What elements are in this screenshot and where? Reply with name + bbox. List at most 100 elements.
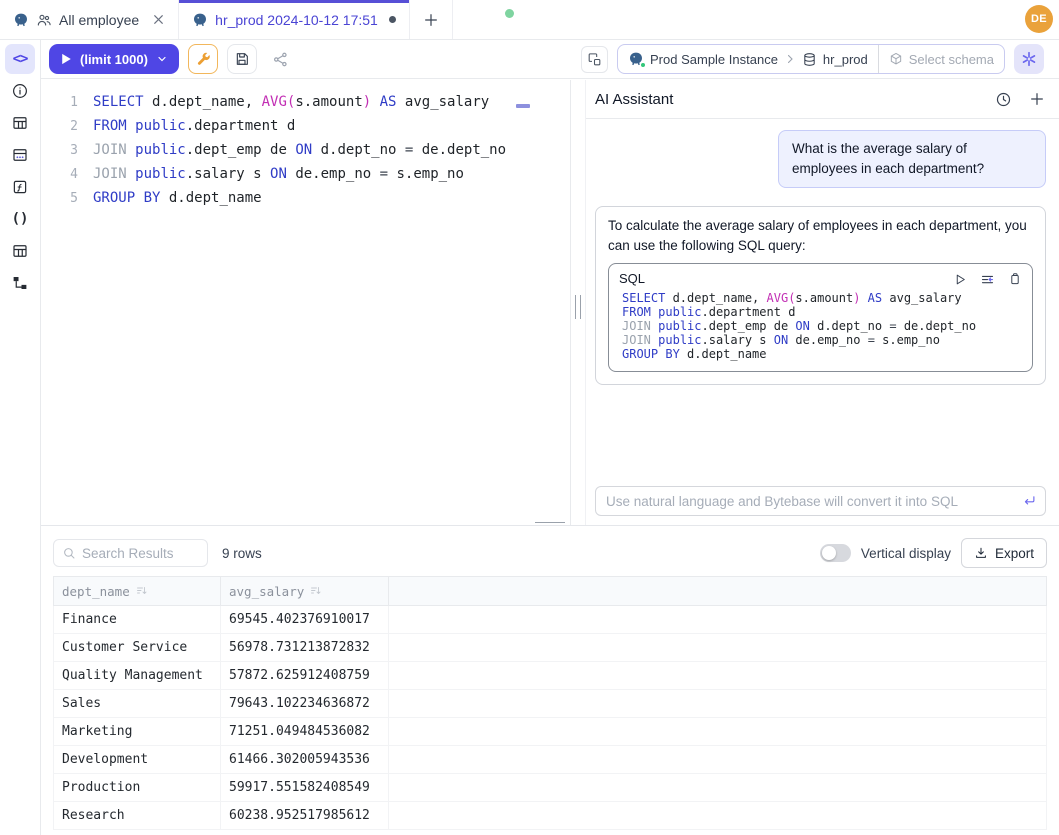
search-results-box[interactable] [53, 539, 208, 567]
wrench-icon [195, 51, 211, 67]
cube-icon [889, 52, 903, 66]
table-cell-filler [389, 634, 1046, 661]
ai-chat-area: What is the average salary of employees … [586, 119, 1059, 385]
ai-input-wrap [595, 486, 1046, 516]
sidebar-item-info-icon[interactable] [5, 76, 35, 106]
code-line: FROM public.department d [78, 118, 295, 134]
editor-line[interactable]: 3JOIN public.dept_emp de ON d.dept_no = … [41, 138, 570, 162]
table-cell[interactable]: Finance [54, 606, 221, 633]
table-cell[interactable]: 79643.102234636872 [221, 690, 389, 717]
ai-assistant-title: AI Assistant [595, 91, 673, 108]
line-number: 5 [41, 191, 78, 206]
select-schema-button[interactable]: Select schema [878, 45, 1004, 73]
new-chat-plus-icon[interactable] [1029, 91, 1045, 107]
status-dot [640, 62, 646, 68]
table-cell[interactable]: Customer Service [54, 634, 221, 661]
schema-placeholder: Select schema [909, 52, 994, 67]
table-cell[interactable]: 60238.952517985612 [221, 802, 389, 829]
editor-toolbar: (limit 1000) Prod Sample Instance hr_pro… [41, 40, 1059, 79]
line-number: 4 [41, 167, 78, 182]
avatar[interactable]: DE [1025, 5, 1053, 33]
sidebar-item-brackets-icon[interactable]: () [5, 204, 35, 234]
sort-icon[interactable] [136, 585, 148, 597]
export-label: Export [995, 546, 1034, 561]
table-cell[interactable]: Production [54, 774, 221, 801]
sidebar-item-schema-diagram-icon[interactable] [5, 268, 35, 298]
sql-editor[interactable]: 1SELECT d.dept_name, AVG(s.amount) AS av… [41, 80, 571, 525]
history-clock-icon[interactable] [995, 91, 1012, 108]
tab-hr-prod[interactable]: hr_prod 2024-10-12 17:51 [179, 0, 410, 39]
sidebar-item-tables-icon[interactable] [5, 108, 35, 138]
format-wrench-button[interactable] [188, 44, 218, 74]
editor-line[interactable]: 4JOIN public.salary s ON de.emp_no = s.e… [41, 162, 570, 186]
editor-line[interactable]: 5GROUP BY d.dept_name [41, 186, 570, 210]
table-cell[interactable]: 71251.049484536082 [221, 718, 389, 745]
column-header-avg-salary[interactable]: avg_salary [221, 577, 389, 605]
sidebar-item-table-alt-icon[interactable] [5, 236, 35, 266]
table-row[interactable]: Finance69545.402376910017 [54, 606, 1046, 634]
table-cell[interactable]: 61466.302005943536 [221, 746, 389, 773]
export-button[interactable]: Export [961, 538, 1047, 568]
table-cell[interactable]: Research [54, 802, 221, 829]
new-tab-button[interactable] [410, 0, 453, 39]
database-name: hr_prod [823, 52, 868, 67]
table-cell[interactable]: 59917.551582408549 [221, 774, 389, 801]
table-row[interactable]: Production59917.551582408549 [54, 774, 1046, 802]
table-row[interactable]: Sales79643.102234636872 [54, 690, 1046, 718]
table-cell-filler [389, 606, 1046, 633]
ai-prompt-input[interactable] [595, 486, 1046, 516]
table-cell[interactable]: 69545.402376910017 [221, 606, 389, 633]
table-cell[interactable]: Marketing [54, 718, 221, 745]
table-row[interactable]: Customer Service56978.731213872832 [54, 634, 1046, 662]
code-language-label: SQL [619, 269, 645, 289]
table-cell[interactable]: Development [54, 746, 221, 773]
database-icon [802, 52, 817, 67]
table-cell[interactable]: 57872.625912408759 [221, 662, 389, 689]
save-button[interactable] [227, 44, 257, 74]
sidebar-item-function-icon[interactable] [5, 172, 35, 202]
sort-icon[interactable] [310, 585, 322, 597]
table-cell[interactable]: Sales [54, 690, 221, 717]
table-cell-filler [389, 774, 1046, 801]
connection-breadcrumb: Prod Sample Instance hr_prod Select sche… [617, 44, 1005, 74]
table-row[interactable]: Research60238.952517985612 [54, 802, 1046, 830]
table-cell[interactable]: Quality Management [54, 662, 221, 689]
editor-line[interactable]: 2FROM public.department d [41, 114, 570, 138]
column-header-dept-name[interactable]: dept_name [54, 577, 221, 605]
row-count: 9 rows [222, 546, 262, 561]
editor-line[interactable]: 1SELECT d.dept_name, AVG(s.amount) AS av… [41, 90, 570, 114]
share-button[interactable] [266, 44, 296, 74]
code-line: JOIN public.dept_emp de ON d.dept_no = d… [622, 319, 1022, 333]
ai-assistant-toggle-button[interactable] [1014, 44, 1044, 74]
line-number: 2 [41, 119, 78, 134]
vertical-display-toggle[interactable] [820, 544, 851, 562]
postgres-icon [13, 12, 29, 28]
code-line: JOIN public.salary s ON de.emp_no = s.em… [78, 166, 464, 182]
return-enter-icon[interactable] [1022, 493, 1037, 508]
table-cell-filler [389, 690, 1046, 717]
close-icon[interactable] [152, 13, 165, 26]
sidebar-item-worksheet-code-icon[interactable]: <> [5, 44, 35, 74]
postgres-icon [628, 51, 644, 67]
change-connection-button[interactable] [581, 46, 608, 73]
run-query-button[interactable]: (limit 1000) [49, 44, 179, 74]
insert-into-editor-icon[interactable] [980, 272, 995, 287]
search-results-input[interactable] [82, 546, 199, 561]
code-line: GROUP BY d.dept_name [78, 190, 262, 206]
table-row[interactable]: Development61466.302005943536 [54, 746, 1046, 774]
table-cell[interactable]: 56978.731213872832 [221, 634, 389, 661]
play-icon[interactable] [954, 273, 967, 286]
tab-all-employee[interactable]: All employee [0, 0, 179, 39]
results-panel: 9 rows Vertical display Export dept_name… [41, 526, 1059, 835]
editor-code: 1SELECT d.dept_name, AVG(s.amount) AS av… [41, 90, 570, 210]
vertical-panel-resizer[interactable] [575, 295, 581, 319]
chevron-down-icon [156, 53, 168, 65]
table-row[interactable]: Marketing71251.049484536082 [54, 718, 1046, 746]
toolbar-right: Prod Sample Instance hr_prod Select sche… [581, 44, 1051, 74]
instance-database-selector[interactable]: Prod Sample Instance hr_prod [618, 45, 878, 73]
table-cell-filler [389, 802, 1046, 829]
instance-name: Prod Sample Instance [650, 52, 778, 67]
copy-icon[interactable] [1008, 272, 1022, 286]
table-row[interactable]: Quality Management57872.625912408759 [54, 662, 1046, 690]
sidebar-item-sheet-data-icon[interactable] [5, 140, 35, 170]
